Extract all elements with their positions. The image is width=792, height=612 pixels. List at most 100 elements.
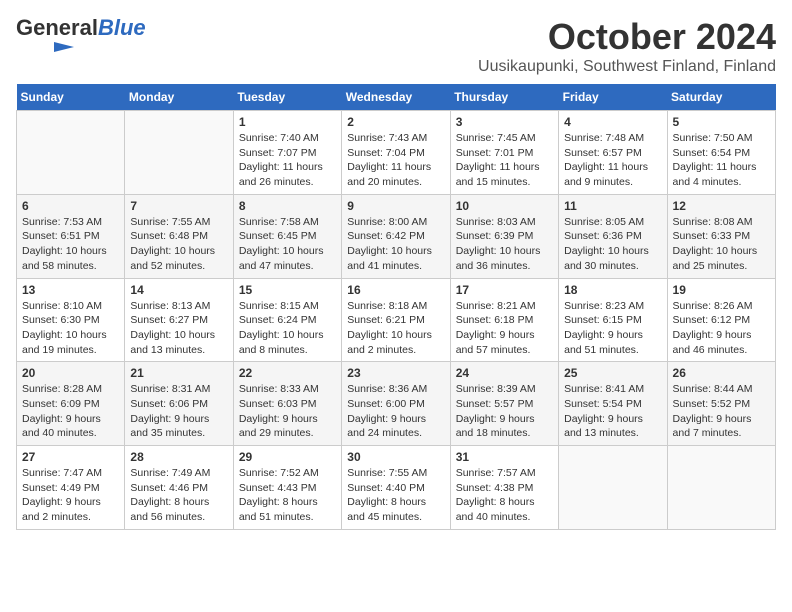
calendar-cell: 10 Sunrise: 8:03 AM Sunset: 6:39 PM Dayli… — [450, 194, 558, 278]
cell-info: Sunrise: 7:40 AM Sunset: 7:07 PM Dayligh… — [239, 131, 336, 190]
cell-info: Sunrise: 8:31 AM Sunset: 6:06 PM Dayligh… — [130, 382, 227, 441]
cell-info: Sunrise: 7:47 AM Sunset: 4:49 PM Dayligh… — [22, 466, 119, 525]
calendar-cell: 8 Sunrise: 7:58 AM Sunset: 6:45 PM Daylig… — [233, 194, 341, 278]
day-number: 20 — [22, 366, 119, 380]
logo-blue: Blue — [98, 15, 146, 40]
day-number: 6 — [22, 199, 119, 213]
calendar-cell: 21 Sunrise: 8:31 AM Sunset: 6:06 PM Dayli… — [125, 362, 233, 446]
cell-info: Sunrise: 8:39 AM Sunset: 5:57 PM Dayligh… — [456, 382, 553, 441]
day-number: 5 — [673, 115, 770, 129]
cell-info: Sunrise: 7:53 AM Sunset: 6:51 PM Dayligh… — [22, 215, 119, 274]
day-number: 22 — [239, 366, 336, 380]
calendar-cell: 17 Sunrise: 8:21 AM Sunset: 6:18 PM Dayli… — [450, 278, 558, 362]
cell-info: Sunrise: 7:45 AM Sunset: 7:01 PM Dayligh… — [456, 131, 553, 190]
weekday-header-row: SundayMondayTuesdayWednesdayThursdayFrid… — [17, 84, 776, 111]
calendar-cell: 24 Sunrise: 8:39 AM Sunset: 5:57 PM Dayli… — [450, 362, 558, 446]
calendar-cell: 13 Sunrise: 8:10 AM Sunset: 6:30 PM Dayli… — [17, 278, 125, 362]
month-title: October 2024 — [478, 16, 776, 58]
calendar-week-row: 1 Sunrise: 7:40 AM Sunset: 7:07 PM Daylig… — [17, 111, 776, 195]
cell-info: Sunrise: 8:36 AM Sunset: 6:00 PM Dayligh… — [347, 382, 444, 441]
day-number: 15 — [239, 283, 336, 297]
weekday-header: Monday — [125, 84, 233, 111]
day-number: 27 — [22, 450, 119, 464]
calendar-week-row: 13 Sunrise: 8:10 AM Sunset: 6:30 PM Dayli… — [17, 278, 776, 362]
day-number: 31 — [456, 450, 553, 464]
cell-info: Sunrise: 7:58 AM Sunset: 6:45 PM Dayligh… — [239, 215, 336, 274]
cell-info: Sunrise: 8:23 AM Sunset: 6:15 PM Dayligh… — [564, 299, 661, 358]
calendar-table: SundayMondayTuesdayWednesdayThursdayFrid… — [16, 84, 776, 530]
cell-info: Sunrise: 7:48 AM Sunset: 6:57 PM Dayligh… — [564, 131, 661, 190]
day-number: 16 — [347, 283, 444, 297]
weekday-header: Tuesday — [233, 84, 341, 111]
calendar-cell: 27 Sunrise: 7:47 AM Sunset: 4:49 PM Dayli… — [17, 446, 125, 530]
cell-info: Sunrise: 7:57 AM Sunset: 4:38 PM Dayligh… — [456, 466, 553, 525]
calendar-cell — [17, 111, 125, 195]
calendar-cell: 7 Sunrise: 7:55 AM Sunset: 6:48 PM Daylig… — [125, 194, 233, 278]
weekday-header: Wednesday — [342, 84, 450, 111]
logo: GeneralBlue — [16, 16, 146, 59]
day-number: 26 — [673, 366, 770, 380]
day-number: 13 — [22, 283, 119, 297]
day-number: 30 — [347, 450, 444, 464]
calendar-cell: 16 Sunrise: 8:18 AM Sunset: 6:21 PM Dayli… — [342, 278, 450, 362]
calendar-cell: 19Sunrise: 8:26 AM Sunset: 6:12 PM Dayli… — [667, 278, 775, 362]
weekday-header: Saturday — [667, 84, 775, 111]
day-number: 17 — [456, 283, 553, 297]
calendar-cell: 28 Sunrise: 7:49 AM Sunset: 4:46 PM Dayli… — [125, 446, 233, 530]
weekday-header: Thursday — [450, 84, 558, 111]
cell-info: Sunrise: 8:26 AM Sunset: 6:12 PM Dayligh… — [673, 299, 770, 358]
cell-info: Sunrise: 7:55 AM Sunset: 4:40 PM Dayligh… — [347, 466, 444, 525]
calendar-cell: 26 Sunrise: 8:44 AM Sunset: 5:52 PM Dayli… — [667, 362, 775, 446]
calendar-week-row: 20 Sunrise: 8:28 AM Sunset: 6:09 PM Dayli… — [17, 362, 776, 446]
day-number: 3 — [456, 115, 553, 129]
day-number: 24 — [456, 366, 553, 380]
cell-info: Sunrise: 8:33 AM Sunset: 6:03 PM Dayligh… — [239, 382, 336, 441]
cell-info: Sunrise: 8:18 AM Sunset: 6:21 PM Dayligh… — [347, 299, 444, 358]
calendar-week-row: 27 Sunrise: 7:47 AM Sunset: 4:49 PM Dayli… — [17, 446, 776, 530]
day-number: 4 — [564, 115, 661, 129]
cell-info: Sunrise: 8:08 AM Sunset: 6:33 PM Dayligh… — [673, 215, 770, 274]
day-number: 12 — [673, 199, 770, 213]
calendar-cell — [667, 446, 775, 530]
day-number: 11 — [564, 199, 661, 213]
location: Uusikaupunki, Southwest Finland, Finland — [478, 58, 776, 76]
cell-info: Sunrise: 8:28 AM Sunset: 6:09 PM Dayligh… — [22, 382, 119, 441]
cell-info: Sunrise: 8:10 AM Sunset: 6:30 PM Dayligh… — [22, 299, 119, 358]
calendar-cell: 4 Sunrise: 7:48 AM Sunset: 6:57 PM Daylig… — [559, 111, 667, 195]
calendar-cell: 6 Sunrise: 7:53 AM Sunset: 6:51 PM Daylig… — [17, 194, 125, 278]
day-number: 18 — [564, 283, 661, 297]
cell-info: Sunrise: 8:15 AM Sunset: 6:24 PM Dayligh… — [239, 299, 336, 358]
day-number: 1 — [239, 115, 336, 129]
calendar-cell: 2Sunrise: 7:43 AM Sunset: 7:04 PM Daylig… — [342, 111, 450, 195]
calendar-cell: 12 Sunrise: 8:08 AM Sunset: 6:33 PM Dayli… — [667, 194, 775, 278]
calendar-cell: 9Sunrise: 8:00 AM Sunset: 6:42 PM Daylig… — [342, 194, 450, 278]
cell-info: Sunrise: 8:21 AM Sunset: 6:18 PM Dayligh… — [456, 299, 553, 358]
calendar-cell: 1 Sunrise: 7:40 AM Sunset: 7:07 PM Daylig… — [233, 111, 341, 195]
cell-info: Sunrise: 7:52 AM Sunset: 4:43 PM Dayligh… — [239, 466, 336, 525]
cell-info: Sunrise: 7:43 AM Sunset: 7:04 PM Dayligh… — [347, 131, 444, 190]
day-number: 28 — [130, 450, 227, 464]
cell-info: Sunrise: 8:44 AM Sunset: 5:52 PM Dayligh… — [673, 382, 770, 441]
cell-info: Sunrise: 7:55 AM Sunset: 6:48 PM Dayligh… — [130, 215, 227, 274]
weekday-header: Sunday — [17, 84, 125, 111]
cell-info: Sunrise: 8:41 AM Sunset: 5:54 PM Dayligh… — [564, 382, 661, 441]
day-number: 21 — [130, 366, 227, 380]
day-number: 7 — [130, 199, 227, 213]
calendar-cell: 5Sunrise: 7:50 AM Sunset: 6:54 PM Daylig… — [667, 111, 775, 195]
day-number: 9 — [347, 199, 444, 213]
calendar-cell: 14Sunrise: 8:13 AM Sunset: 6:27 PM Dayli… — [125, 278, 233, 362]
calendar-week-row: 6 Sunrise: 7:53 AM Sunset: 6:51 PM Daylig… — [17, 194, 776, 278]
calendar-cell: 23 Sunrise: 8:36 AM Sunset: 6:00 PM Dayli… — [342, 362, 450, 446]
day-number: 23 — [347, 366, 444, 380]
day-number: 10 — [456, 199, 553, 213]
calendar-cell: 3 Sunrise: 7:45 AM Sunset: 7:01 PM Daylig… — [450, 111, 558, 195]
day-number: 8 — [239, 199, 336, 213]
calendar-cell: 15 Sunrise: 8:15 AM Sunset: 6:24 PM Dayli… — [233, 278, 341, 362]
cell-info: Sunrise: 7:49 AM Sunset: 4:46 PM Dayligh… — [130, 466, 227, 525]
page-header: GeneralBlue October 2024 Uusikaupunki, S… — [16, 16, 776, 76]
calendar-cell — [559, 446, 667, 530]
day-number: 25 — [564, 366, 661, 380]
calendar-cell: 22 Sunrise: 8:33 AM Sunset: 6:03 PM Dayli… — [233, 362, 341, 446]
calendar-cell: 11Sunrise: 8:05 AM Sunset: 6:36 PM Dayli… — [559, 194, 667, 278]
cell-info: Sunrise: 8:03 AM Sunset: 6:39 PM Dayligh… — [456, 215, 553, 274]
